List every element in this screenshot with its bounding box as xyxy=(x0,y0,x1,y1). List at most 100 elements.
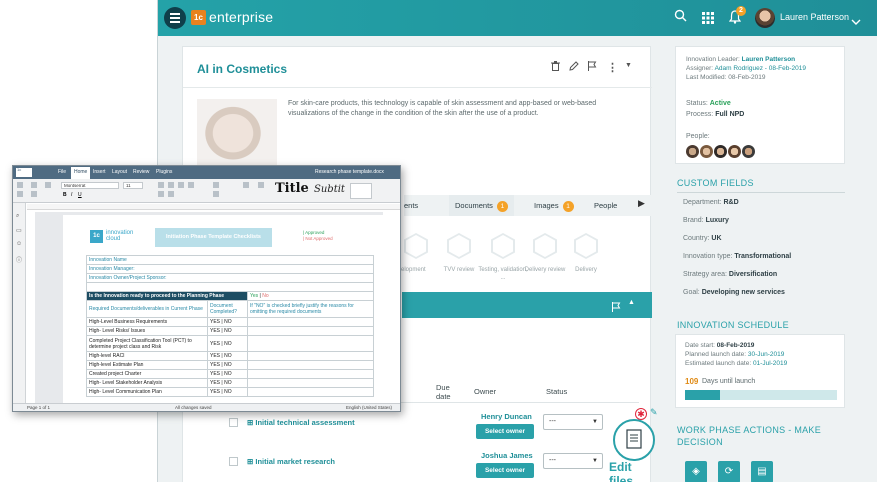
tab-documents[interactable]: Documents 1 xyxy=(449,195,514,216)
select-owner-button[interactable]: Select owner xyxy=(476,424,534,439)
list-bullet-icon[interactable] xyxy=(158,191,164,197)
chevron-down-icon[interactable] xyxy=(851,13,861,31)
phase-tvv-review-icon[interactable] xyxy=(447,233,471,259)
info-icon[interactable]: ⓘ xyxy=(16,255,22,264)
proceed-question-cell[interactable]: Is the Innovation ready to proceed to th… xyxy=(86,291,248,301)
menu-file[interactable]: File xyxy=(58,169,66,175)
trash-icon[interactable] xyxy=(551,61,560,74)
phase-refresh-icon[interactable]: ⟳ xyxy=(718,461,740,482)
edit-files-button[interactable] xyxy=(613,419,655,461)
tab-people[interactable]: People xyxy=(588,195,623,216)
phase-delivery-review-icon[interactable] xyxy=(533,233,557,259)
align-right-icon[interactable] xyxy=(178,182,184,188)
yes-no-cell[interactable]: YES | NO xyxy=(207,317,248,327)
avatar[interactable] xyxy=(728,145,741,158)
copy-icon[interactable] xyxy=(17,182,23,188)
paste-icon[interactable] xyxy=(17,191,23,197)
table-row[interactable]: High- Level Communication Plan xyxy=(86,387,208,397)
yes-no-cell[interactable]: YES | NO xyxy=(207,387,248,397)
tab-comments[interactable]: ents xyxy=(398,195,424,216)
yes-no-cell[interactable]: YES | NO xyxy=(207,351,248,361)
menu-insert[interactable]: Insert xyxy=(93,169,106,175)
status-select[interactable]: --- ▼ xyxy=(543,414,603,430)
phase-development-icon[interactable] xyxy=(404,233,428,259)
table-row[interactable]: High- Level Risks/ Issues xyxy=(86,326,208,336)
task-checkbox[interactable] xyxy=(229,457,238,466)
link-icon[interactable] xyxy=(243,182,249,188)
yes-no-cell[interactable]: Yes | No xyxy=(247,291,374,301)
status-select[interactable]: --- ▼ xyxy=(543,453,603,469)
user-avatar[interactable] xyxy=(755,8,775,28)
justify-cell[interactable] xyxy=(247,326,374,336)
table-row[interactable]: High-Level Business Requirements xyxy=(86,317,208,327)
table-row[interactable]: High- Level Stakeholder Analysis xyxy=(86,378,208,388)
justify-cell[interactable] xyxy=(247,360,374,370)
bold-button[interactable]: B xyxy=(63,192,67,198)
task-checkbox[interactable] xyxy=(229,418,238,427)
phase-delivery-icon[interactable] xyxy=(574,233,598,259)
menu-home[interactable]: Home xyxy=(71,167,91,179)
pencil-icon[interactable]: ✎ xyxy=(650,407,658,418)
phase-testing-icon[interactable] xyxy=(491,233,515,259)
caret-up-icon[interactable]: ▲ xyxy=(628,299,635,306)
justify-cell[interactable] xyxy=(247,317,374,327)
table-row[interactable]: High-level Estimate Plan xyxy=(86,360,208,370)
style-more[interactable] xyxy=(350,183,372,199)
menu-button[interactable] xyxy=(164,7,186,29)
flag-icon[interactable] xyxy=(587,61,597,74)
task-name[interactable]: ⊞ Initial market research xyxy=(247,457,335,466)
avatar[interactable] xyxy=(714,145,727,158)
menu-review[interactable]: Review xyxy=(133,169,149,175)
justify-cell[interactable] xyxy=(247,387,374,397)
edit-files-label[interactable]: Edit files xyxy=(609,460,650,482)
align-center-icon[interactable] xyxy=(168,182,174,188)
language-status[interactable]: English (United States) xyxy=(346,405,392,410)
image-icon[interactable] xyxy=(213,191,219,197)
yes-no-cell[interactable]: YES | NO xyxy=(207,335,248,352)
menu-layout[interactable]: Layout xyxy=(112,169,127,175)
caret-down-icon[interactable]: ▼ xyxy=(625,62,632,69)
table-row[interactable]: High-level RACI xyxy=(86,351,208,361)
tab-images[interactable]: Images 1 xyxy=(528,195,580,216)
more-vertical-icon[interactable]: ⋮ xyxy=(607,61,618,74)
innovation-manager-cell[interactable]: Innovation Manager: xyxy=(86,264,374,274)
search-icon[interactable]: ⌕ xyxy=(16,213,19,220)
user-name[interactable]: Lauren Patterson xyxy=(780,12,849,22)
redo-icon[interactable] xyxy=(45,182,51,188)
justify-cell[interactable] xyxy=(247,378,374,388)
innovation-name-cell[interactable]: Innovation Name xyxy=(86,255,374,265)
horizontal-ruler[interactable] xyxy=(27,204,400,210)
avatar[interactable] xyxy=(742,145,755,158)
chevron-right-icon[interactable]: ▶ xyxy=(638,198,645,209)
flag-icon[interactable] xyxy=(611,299,621,317)
table-icon[interactable] xyxy=(213,182,219,188)
avatar[interactable] xyxy=(700,145,713,158)
comment-icon[interactable]: ▭ xyxy=(16,227,22,234)
no-option[interactable]: No xyxy=(262,293,268,299)
justify-cell[interactable] xyxy=(247,351,374,361)
innovation-sponsor-cell[interactable]: Innovation Owner/Project Sponsor: xyxy=(86,273,374,283)
apps-grid-icon[interactable] xyxy=(702,11,714,29)
italic-button[interactable]: I xyxy=(71,192,72,198)
yes-no-cell[interactable]: YES | NO xyxy=(207,378,248,388)
search-icon[interactable] xyxy=(674,9,687,25)
table-row[interactable]: Completed Project Classification Tool (P… xyxy=(86,335,208,352)
avatar[interactable] xyxy=(686,145,699,158)
undo-icon[interactable] xyxy=(31,191,37,197)
print-icon[interactable] xyxy=(31,182,37,188)
style-title[interactable]: Title xyxy=(275,181,309,196)
align-left-icon[interactable] xyxy=(158,182,164,188)
user-icon[interactable]: ☺ xyxy=(16,241,22,247)
table-row[interactable]: Created project Charter xyxy=(86,369,208,379)
phase-action-icon[interactable]: ◈ xyxy=(685,461,707,482)
select-owner-button[interactable]: Select owner xyxy=(476,463,534,478)
phase-document-icon[interactable]: ▤ xyxy=(751,461,773,482)
pencil-icon[interactable] xyxy=(569,61,579,74)
font-size-select[interactable]: 11 xyxy=(123,182,143,189)
underline-button[interactable]: U xyxy=(78,192,82,198)
task-name[interactable]: ⊞ Initial technical assessment xyxy=(247,418,355,427)
font-family-select[interactable]: Montserrat xyxy=(61,182,119,189)
list-number-icon[interactable] xyxy=(168,191,174,197)
justify-cell[interactable] xyxy=(247,335,374,352)
yes-no-cell[interactable]: YES | NO xyxy=(207,326,248,336)
